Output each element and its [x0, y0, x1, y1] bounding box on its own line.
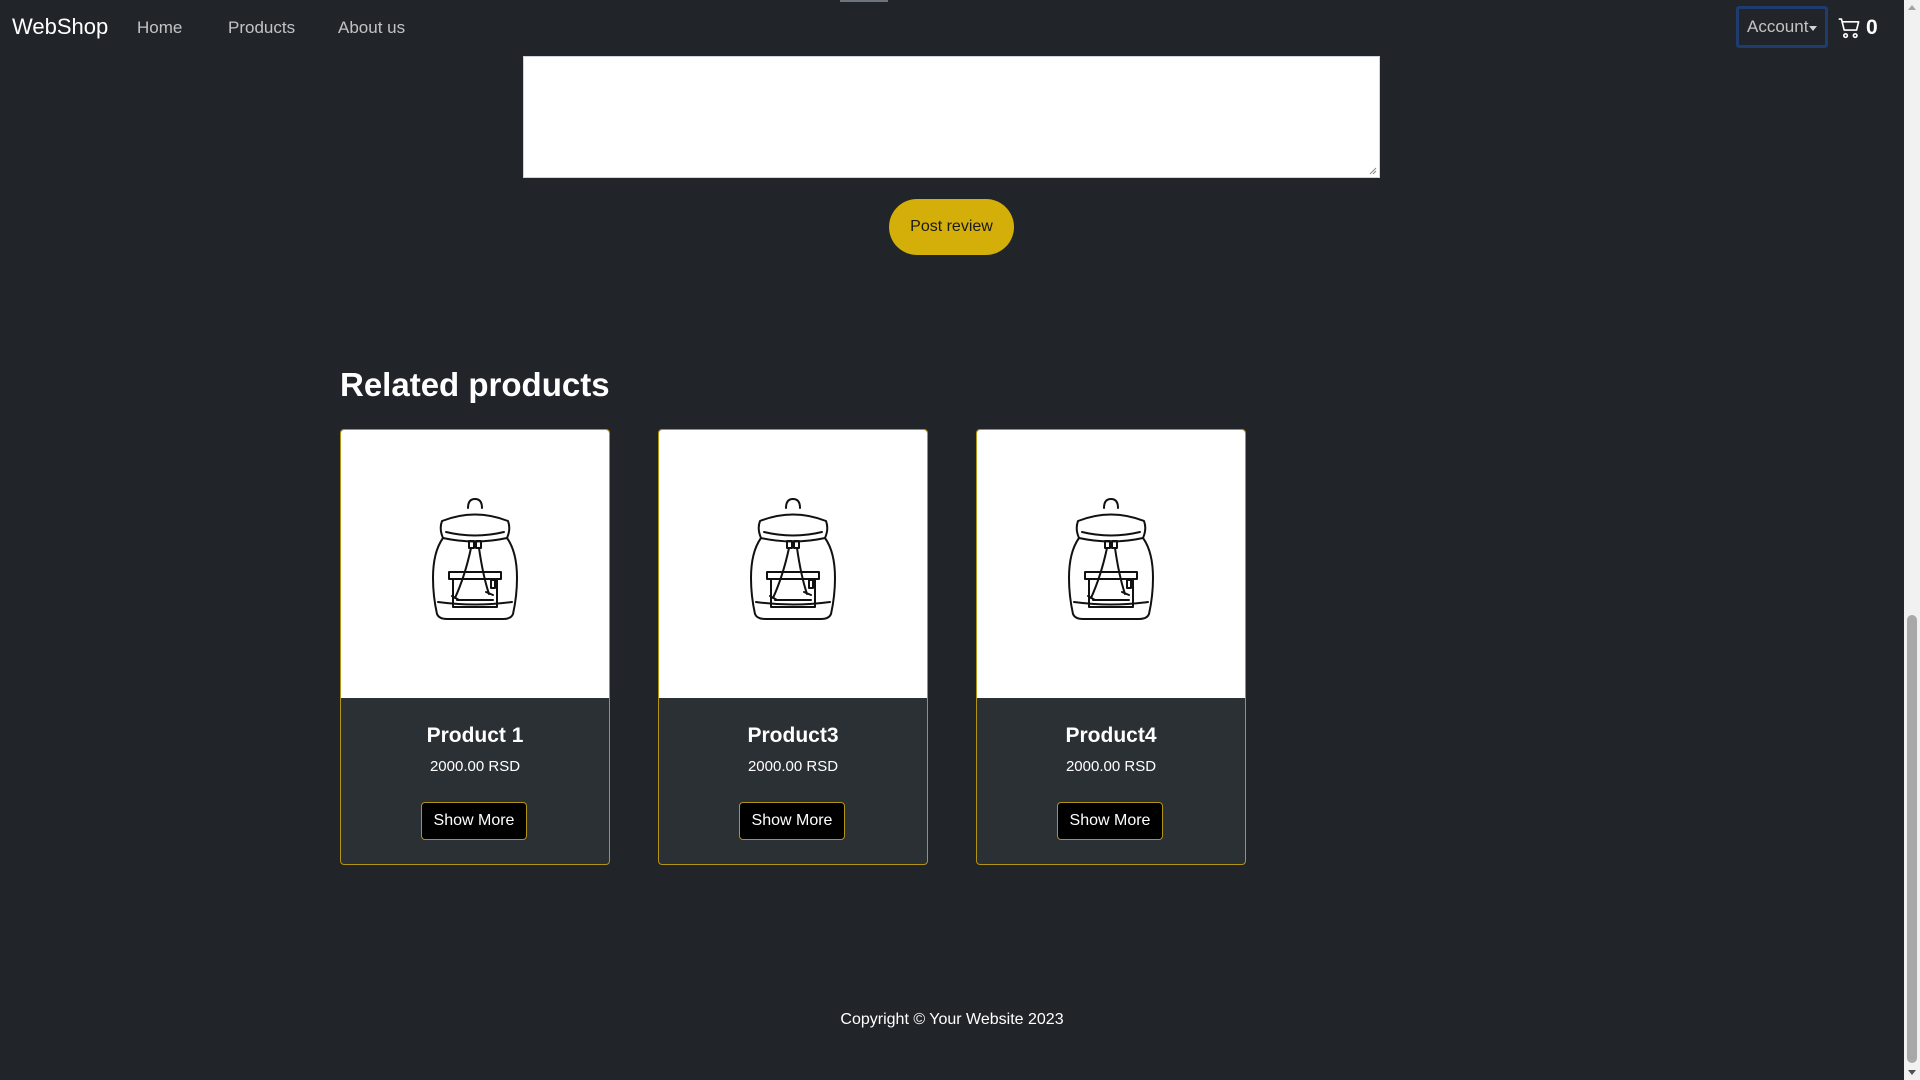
product-image	[659, 430, 927, 698]
account-dropdown[interactable]: Account	[1736, 6, 1828, 48]
account-label: Account	[1747, 17, 1809, 36]
backpack-icon	[1068, 498, 1154, 620]
product-price: 2000.00 RSD	[1065, 758, 1157, 775]
cart-count: 0	[1866, 16, 1878, 39]
product-price: 2000.00 RSD	[429, 758, 521, 775]
backpack-icon	[750, 498, 836, 620]
product-image	[341, 430, 609, 698]
chevron-down-icon	[1809, 26, 1817, 31]
scroll-up-arrow-icon[interactable]	[1908, 5, 1916, 10]
nav-active-indicator	[840, 0, 888, 2]
backpack-icon	[432, 498, 518, 620]
footer-copyright: Copyright © Your Website 2023	[840, 1011, 1064, 1028]
scroll-down-arrow-icon[interactable]	[1908, 1070, 1916, 1075]
vertical-scrollbar[interactable]	[1904, 0, 1920, 1080]
product-name: Product3	[747, 724, 839, 747]
product-price: 2000.00 RSD	[747, 758, 839, 775]
product-name: Product 1	[426, 724, 524, 747]
cart-button[interactable]: 0	[1838, 13, 1878, 43]
resize-handle-icon[interactable]	[1369, 167, 1377, 175]
navbar: WebShop Home Products About us Account 0	[0, 0, 1904, 56]
post-review-button[interactable]: Post review	[889, 199, 1014, 255]
cart-icon	[1838, 18, 1860, 39]
nav-link-about[interactable]: About us	[338, 18, 405, 38]
nav-link-products[interactable]: Products	[228, 18, 295, 38]
show-more-button[interactable]: Show More	[739, 802, 845, 840]
related-products-title: Related products	[340, 366, 610, 403]
brand-logo[interactable]: WebShop	[12, 14, 108, 40]
scrollbar-thumb[interactable]	[1907, 615, 1917, 1063]
product-card: Product 1 2000.00 RSD Show More	[340, 429, 610, 865]
product-card: Product3 2000.00 RSD Show More	[658, 429, 928, 865]
product-image	[977, 430, 1245, 698]
show-more-button[interactable]: Show More	[421, 802, 527, 840]
review-textarea[interactable]	[523, 56, 1380, 178]
nav-link-home[interactable]: Home	[137, 18, 182, 38]
product-card: Product4 2000.00 RSD Show More	[976, 429, 1246, 865]
product-name: Product4	[1065, 724, 1157, 747]
show-more-button[interactable]: Show More	[1057, 802, 1163, 840]
